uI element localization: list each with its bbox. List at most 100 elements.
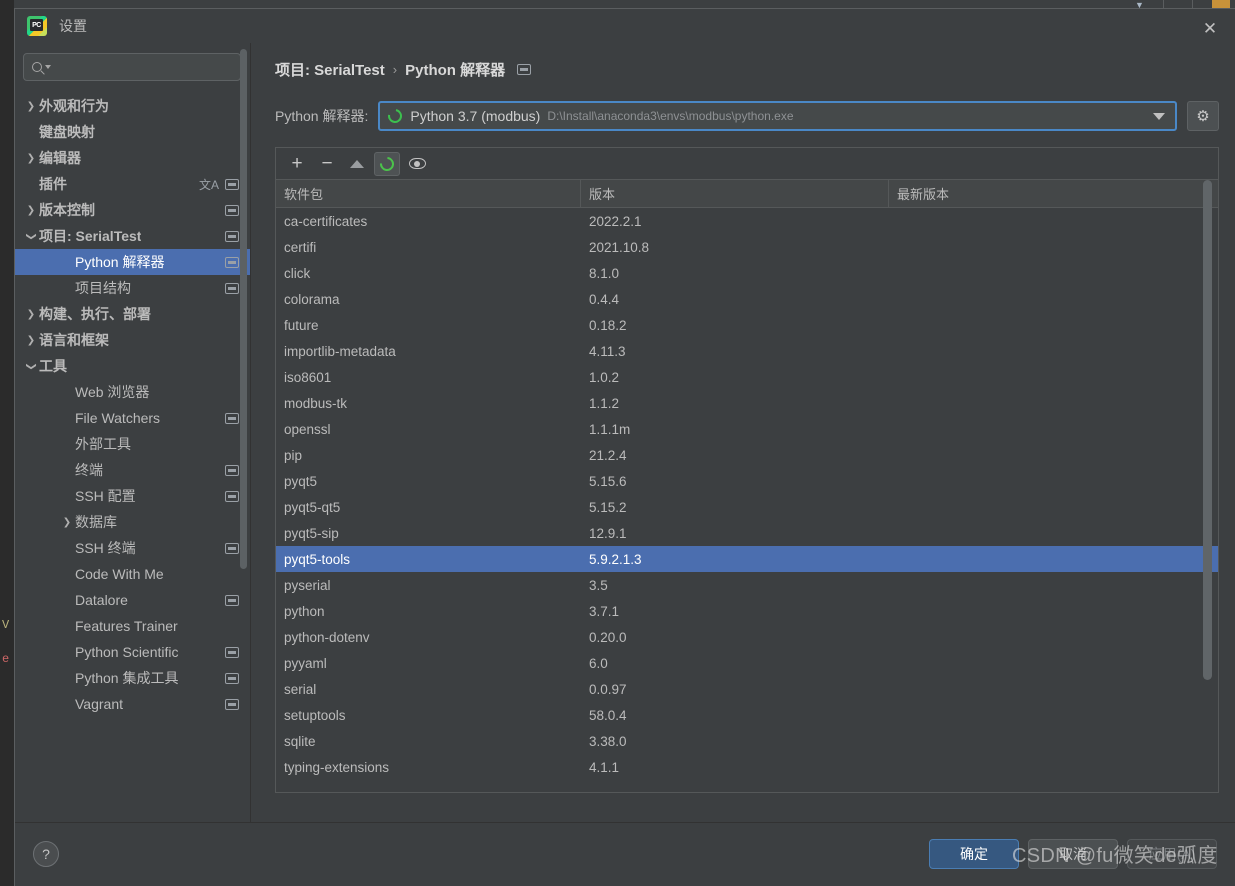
background-separator-2 <box>1192 0 1193 8</box>
sidebar-item-12[interactable]: File Watchers <box>15 405 251 431</box>
pycharm-icon: PC <box>27 16 47 36</box>
table-row[interactable]: openssl 1.1.1m <box>276 416 1218 442</box>
table-row[interactable]: iso8601 1.0.2 <box>276 364 1218 390</box>
package-name-cell: openssl <box>284 421 331 437</box>
sidebar-item-6[interactable]: Python 解释器 <box>15 249 251 275</box>
chevron-right-icon[interactable]: ❯ <box>59 517 75 528</box>
table-row[interactable]: pyqt5-tools 5.9.2.1.3 <box>276 546 1218 572</box>
add-package-button[interactable]: + <box>284 152 310 176</box>
table-row[interactable]: pip 21.2.4 <box>276 442 1218 468</box>
table-row[interactable]: typing-extensions 4.1.1 <box>276 754 1218 780</box>
remove-package-button[interactable]: − <box>314 152 340 176</box>
table-row[interactable]: pyyaml 6.0 <box>276 650 1218 676</box>
column-header-package[interactable]: 软件包 <box>276 180 581 207</box>
project-scope-badge-icon <box>225 594 239 606</box>
table-row[interactable]: pyqt5-qt5 5.15.2 <box>276 494 1218 520</box>
project-scope-badge-icon <box>225 282 239 294</box>
sidebar-item-4[interactable]: ❯ 版本控制 <box>15 197 251 223</box>
interpreter-row: Python 解释器: Python 3.7 (modbus) D:\Insta… <box>275 101 1219 131</box>
sidebar-item-18[interactable]: Code With Me <box>15 561 251 587</box>
table-row[interactable]: pyserial 3.5 <box>276 572 1218 598</box>
chevron-right-icon[interactable]: ❯ <box>23 153 39 164</box>
project-scope-badge-icon <box>225 490 239 502</box>
sidebar-item-1[interactable]: 键盘映射 <box>15 119 251 145</box>
interpreter-settings-button[interactable]: ⚙ <box>1187 101 1219 131</box>
upgrade-package-button[interactable] <box>344 152 370 176</box>
close-icon[interactable]: ✕ <box>1199 17 1221 39</box>
sidebar-item-3[interactable]: 插件 文A <box>15 171 251 197</box>
sidebar-item-11[interactable]: Web 浏览器 <box>15 379 251 405</box>
chevron-right-icon[interactable]: ❯ <box>23 309 39 320</box>
column-header-version[interactable]: 版本 <box>581 180 889 207</box>
table-row[interactable]: certifi 2021.10.8 <box>276 234 1218 260</box>
breadcrumb-parent[interactable]: 项目: SerialTest <box>275 59 385 80</box>
sidebar-item-2[interactable]: ❯ 编辑器 <box>15 145 251 171</box>
table-row[interactable]: colorama 0.4.4 <box>276 286 1218 312</box>
help-button[interactable]: ? <box>33 841 59 867</box>
chevron-down-icon[interactable]: ❯ <box>26 358 37 374</box>
dialog-footer: ? 确定 取消 应用(A) <box>15 822 1235 886</box>
sidebar-item-7[interactable]: 项目结构 <box>15 275 251 301</box>
chevron-down-icon[interactable]: ❯ <box>26 228 37 244</box>
table-row[interactable]: serial 0.0.97 <box>276 676 1218 702</box>
refresh-packages-button[interactable] <box>374 151 400 176</box>
sidebar-item-17[interactable]: SSH 终端 <box>15 535 251 561</box>
table-row[interactable]: importlib-metadata 4.11.3 <box>276 338 1218 364</box>
ok-button[interactable]: 确定 <box>929 839 1019 869</box>
search-box[interactable] <box>23 53 241 81</box>
show-early-releases-button[interactable] <box>404 152 430 176</box>
packages-scrollbar-track[interactable] <box>1203 148 1215 792</box>
package-version-cell: 0.0.97 <box>589 681 627 697</box>
chevron-right-icon[interactable]: ❯ <box>23 205 39 216</box>
package-version-cell: 1.1.1m <box>589 421 631 437</box>
table-row[interactable]: setuptools 58.0.4 <box>276 702 1218 728</box>
table-row[interactable]: python 3.7.1 <box>276 598 1218 624</box>
sidebar-item-10[interactable]: ❯ 工具 <box>15 353 251 379</box>
sidebar-item-9[interactable]: ❯ 语言和框架 <box>15 327 251 353</box>
sidebar-item-14[interactable]: 终端 <box>15 457 251 483</box>
packages-scrollbar-thumb[interactable] <box>1203 180 1212 680</box>
dialog-titlebar: PC 设置 ✕ <box>15 9 1235 43</box>
sidebar-item-label: Features Trainer <box>75 618 178 634</box>
sidebar-item-label: 编辑器 <box>39 150 81 166</box>
project-scope-badge-icon <box>225 646 239 658</box>
interpreter-select[interactable]: Python 3.7 (modbus) D:\Install\anaconda3… <box>378 101 1177 131</box>
project-scope-badge-icon <box>225 542 239 554</box>
table-row[interactable]: ca-certificates 2022.2.1 <box>276 208 1218 234</box>
apply-button[interactable]: 应用(A) <box>1127 839 1217 869</box>
table-row[interactable]: pyqt5-sip 12.9.1 <box>276 520 1218 546</box>
sidebar-item-5[interactable]: ❯ 项目: SerialTest <box>15 223 251 249</box>
sidebar-item-23[interactable]: Vagrant <box>15 691 251 717</box>
column-header-latest[interactable]: 最新版本 <box>889 180 1218 207</box>
sidebar-item-20[interactable]: Features Trainer <box>15 613 251 639</box>
chevron-right-icon[interactable]: ❯ <box>23 101 39 112</box>
footer-divider <box>15 822 1235 823</box>
search-input[interactable] <box>57 59 233 75</box>
sidebar-item-22[interactable]: Python 集成工具 <box>15 665 251 691</box>
table-row[interactable]: sqlite 3.38.0 <box>276 728 1218 754</box>
settings-content: 项目: SerialTest › Python 解释器 Python 解释器: … <box>251 43 1235 822</box>
sidebar-item-15[interactable]: SSH 配置 <box>15 483 251 509</box>
table-row[interactable]: pyqt5 5.15.6 <box>276 468 1218 494</box>
package-version-cell: 2021.10.8 <box>589 239 650 255</box>
table-row[interactable]: click 8.1.0 <box>276 260 1218 286</box>
sidebar-item-13[interactable]: 外部工具 <box>15 431 251 457</box>
packages-toolbar: + − <box>276 148 1218 180</box>
sidebar-item-label: Vagrant <box>75 696 123 712</box>
sidebar-item-16[interactable]: ❯ 数据库 <box>15 509 251 535</box>
sidebar-item-21[interactable]: Python Scientific <box>15 639 251 665</box>
table-row[interactable]: future 0.18.2 <box>276 312 1218 338</box>
chevron-down-icon[interactable] <box>1153 112 1165 120</box>
chevron-right-icon[interactable]: ❯ <box>23 335 39 346</box>
cancel-button[interactable]: 取消 <box>1028 839 1118 869</box>
sidebar-item-label: 项目结构 <box>75 280 131 296</box>
table-row[interactable]: python-dotenv 0.20.0 <box>276 624 1218 650</box>
settings-sidebar: ❯ 外观和行为 键盘映射 ❯ 编辑器 插件 文A ❯ 版本控制 ❯ 项目: SerialTest Py… <box>15 43 251 822</box>
table-row[interactable]: modbus-tk 1.1.2 <box>276 390 1218 416</box>
sidebar-item-label: 工具 <box>39 358 67 374</box>
sidebar-scrollbar[interactable] <box>240 49 247 569</box>
sidebar-item-label: Python Scientific <box>75 644 179 660</box>
sidebar-item-0[interactable]: ❯ 外观和行为 <box>15 93 251 119</box>
sidebar-item-19[interactable]: Datalore <box>15 587 251 613</box>
sidebar-item-8[interactable]: ❯ 构建、执行、部署 <box>15 301 251 327</box>
